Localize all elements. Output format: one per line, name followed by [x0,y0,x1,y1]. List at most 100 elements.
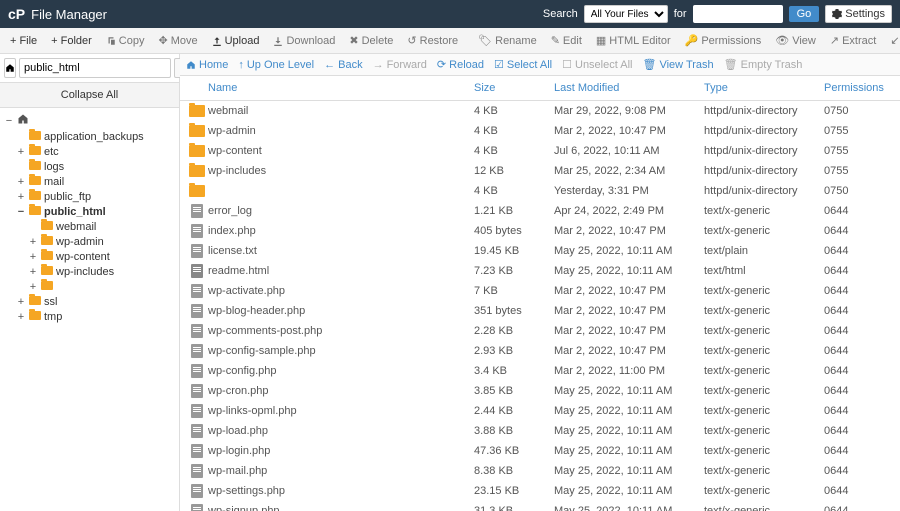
html-editor-button[interactable]: ▦HTML Editor [590,32,677,49]
download-button[interactable]: Download [267,33,341,49]
table-row[interactable]: wp-links-opml.php2.44 KBMay 25, 2022, 10… [180,401,900,421]
cell-perm: 0644 [824,463,894,479]
tree-item[interactable]: + [0,280,179,295]
table-row[interactable]: wp-includes12 KBMar 25, 2022, 2:34 AMhtt… [180,161,900,181]
tree-toggle-icon[interactable]: + [28,266,38,279]
table-row[interactable]: wp-blog-header.php351 bytesMar 2, 2022, … [180,301,900,321]
tree-toggle-icon[interactable]: + [16,311,26,324]
table-row[interactable]: wp-mail.php8.38 KBMay 25, 2022, 10:11 AM… [180,461,900,481]
table-row[interactable]: license.txt19.45 KBMay 25, 2022, 10:11 A… [180,241,900,261]
cell-name: wp-links-opml.php [208,403,474,419]
tree-item[interactable]: +tmp [0,310,179,325]
tree-item[interactable]: +wp-admin [0,235,179,250]
table-row[interactable]: webmail4 KBMar 29, 2022, 9:08 PMhttpd/un… [180,101,900,121]
path-input[interactable] [19,58,171,78]
tree-item[interactable]: logs [0,160,179,175]
compress-button[interactable]: ↙Compress [884,32,900,49]
search-input[interactable] [693,5,783,23]
table-row[interactable]: wp-activate.php7 KBMar 2, 2022, 10:47 PM… [180,281,900,301]
tree-item[interactable]: − [0,112,179,130]
tree-item[interactable]: − public_html [0,205,179,220]
table-row[interactable]: error_log1.21 KBApr 24, 2022, 2:49 PMtex… [180,201,900,221]
file-icon [186,464,208,478]
col-name[interactable]: Name [208,82,474,94]
table-row[interactable]: index.php405 bytesMar 2, 2022, 10:47 PMt… [180,221,900,241]
table-row[interactable]: wp-settings.php23.15 KBMay 25, 2022, 10:… [180,481,900,501]
restore-button[interactable]: ↺Restore [401,32,464,49]
col-size[interactable]: Size [474,82,554,94]
tree-toggle-icon[interactable]: + [16,176,26,189]
nav-back[interactable]: ←Back [324,59,362,71]
col-type[interactable]: Type [704,82,824,94]
col-modified[interactable]: Last Modified [554,82,704,94]
tree-item-label: logs [44,161,64,174]
cell-type: httpd/unix-directory [704,163,824,179]
table-row[interactable]: wp-config.php3.4 KBMar 2, 2022, 11:00 PM… [180,361,900,381]
tree-toggle-icon[interactable]: + [28,236,38,249]
new-folder-button[interactable]: +Folder [45,33,98,49]
tree-toggle-icon[interactable]: − [16,206,26,219]
cell-size: 47.36 KB [474,443,554,459]
nav-home[interactable]: Home [186,59,228,71]
tree-item[interactable]: +ssl [0,295,179,310]
tree-item[interactable]: application_backups [0,130,179,145]
table-row[interactable]: 4 KBYesterday, 3:31 PMhttpd/unix-directo… [180,181,900,201]
settings-button[interactable]: Settings [825,5,892,23]
nav-empty-trash[interactable]: 🗑Empty Trash [724,58,803,71]
nav-forward[interactable]: →Forward [373,59,427,71]
tree-item[interactable]: +etc [0,145,179,160]
copy-button[interactable]: Copy [100,33,151,49]
table-row[interactable]: wp-signup.php31.3 KBMay 25, 2022, 10:11 … [180,501,900,511]
tree-item-label: public_html [44,206,106,219]
tree-item[interactable]: +mail [0,175,179,190]
nav-unselect-all[interactable]: ☐Unselect All [562,58,632,71]
edit-button[interactable]: ✎Edit [545,32,588,49]
tree-item[interactable]: webmail [0,220,179,235]
cell-modified: Mar 2, 2022, 10:47 PM [554,283,704,299]
table-row[interactable]: readme.html7.23 KBMay 25, 2022, 10:11 AM… [180,261,900,281]
tree-toggle-icon[interactable]: + [16,296,26,309]
tree-item[interactable]: +wp-includes [0,265,179,280]
view-button[interactable]: 👁View [769,32,822,49]
home-button[interactable] [4,58,16,78]
table-row[interactable]: wp-comments-post.php2.28 KBMar 2, 2022, … [180,321,900,341]
delete-button[interactable]: ✖Delete [343,32,399,49]
new-file-button[interactable]: +File [4,33,43,49]
extract-button[interactable]: ↗Extract [824,32,882,49]
nav-view-trash[interactable]: 🗑View Trash [642,58,713,71]
tree-toggle-icon[interactable]: − [4,115,14,128]
cell-modified: May 25, 2022, 10:11 AM [554,483,704,499]
tree-toggle-icon[interactable]: + [28,251,38,264]
cell-perm: 0644 [824,303,894,319]
table-row[interactable]: wp-config-sample.php2.93 KBMar 2, 2022, … [180,341,900,361]
upload-button[interactable]: Upload [206,33,266,49]
cell-name: wp-activate.php [208,283,474,299]
cell-size: 7 KB [474,283,554,299]
table-row[interactable]: wp-load.php3.88 KBMay 25, 2022, 10:11 AM… [180,421,900,441]
cell-type: httpd/unix-directory [704,123,824,139]
tree-toggle-icon[interactable]: + [28,281,38,294]
nav-up-one-level[interactable]: ↑Up One Level [238,59,314,71]
permissions-button[interactable]: 🔑Permissions [679,32,768,49]
search-scope-select[interactable]: All Your Files [584,5,668,23]
tree-item[interactable]: +public_ftp [0,190,179,205]
view-icon: 👁 [775,34,789,47]
nav-select-all[interactable]: ☑Select All [494,58,552,71]
nav-reload[interactable]: ⟳Reload [437,58,484,71]
collapse-all-button[interactable]: Collapse All [0,83,179,108]
table-row[interactable]: wp-cron.php3.85 KBMay 25, 2022, 10:11 AM… [180,381,900,401]
tree-toggle-icon[interactable]: + [16,146,26,159]
search-go-button[interactable]: Go [789,6,820,22]
cell-modified: May 25, 2022, 10:11 AM [554,263,704,279]
move-button[interactable]: ✥Move [152,32,203,49]
table-row[interactable]: wp-content4 KBJul 6, 2022, 10:11 AMhttpd… [180,141,900,161]
tree-toggle-icon[interactable]: + [16,191,26,204]
col-permissions[interactable]: Permissions [824,82,894,94]
table-row[interactable]: wp-admin4 KBMar 2, 2022, 10:47 PMhttpd/u… [180,121,900,141]
folder-icon [29,191,41,204]
cell-type: text/x-generic [704,503,824,511]
cell-size: 4 KB [474,103,554,119]
tree-item[interactable]: +wp-content [0,250,179,265]
table-row[interactable]: wp-login.php47.36 KBMay 25, 2022, 10:11 … [180,441,900,461]
rename-button[interactable]: 🏷Rename [472,32,543,49]
